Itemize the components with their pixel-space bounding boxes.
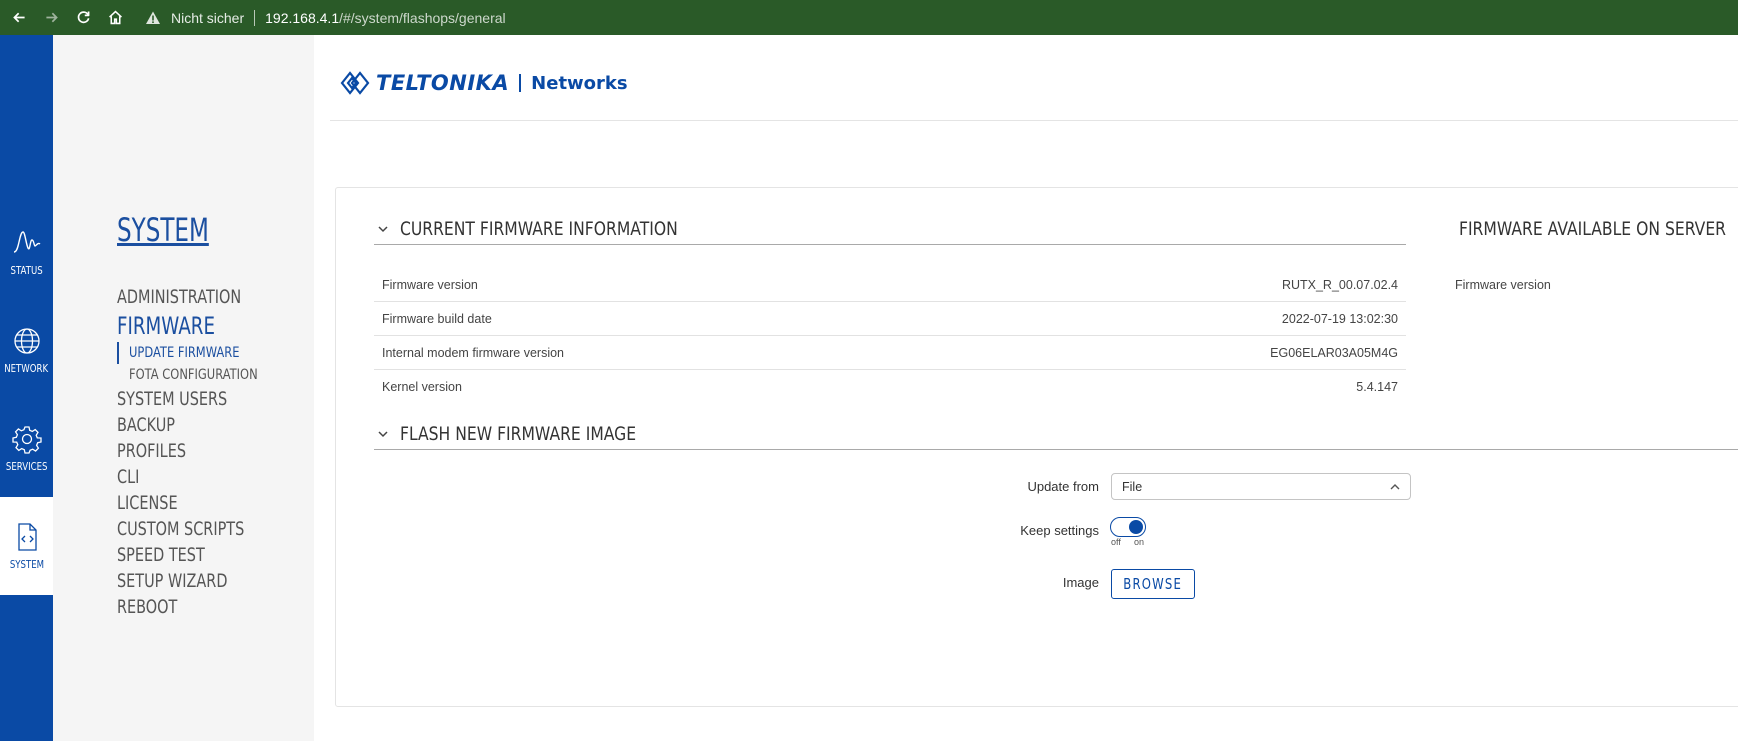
home-icon	[108, 10, 122, 25]
server-firmware-row: Firmware version	[1447, 268, 1559, 302]
page-header: TELTONIKA Networks	[330, 35, 1738, 121]
teltonika-logo-icon	[340, 71, 370, 95]
nav-status-label: STATUS	[10, 263, 43, 277]
section-menu: SYSTEM ADMINISTRATION FIRMWARE UPDATE FI…	[53, 35, 314, 741]
system-icon	[17, 522, 37, 551]
table-row: Firmware version RUTX_R_00.07.02.4	[374, 268, 1406, 302]
row-label: Firmware build date	[382, 311, 492, 326]
url-path: /#/system/flashops/general	[339, 9, 506, 26]
toggle-off-label: off	[1111, 537, 1121, 547]
current-firmware-header[interactable]: CURRENT FIRMWARE INFORMATION	[374, 213, 1406, 245]
menu-item-backup[interactable]: BACKUP	[117, 412, 245, 438]
reload-button[interactable]	[67, 0, 99, 35]
menu-item-setup-wizard[interactable]: SETUP WIZARD	[117, 568, 245, 594]
chevron-up-icon	[1390, 483, 1400, 489]
submenu-item-fota-configuration[interactable]: FOTA CONFIGURATION	[129, 364, 258, 386]
keep-settings-toggle[interactable]	[1110, 517, 1146, 537]
nav-services[interactable]: SERVICES	[0, 399, 53, 497]
network-icon	[13, 327, 40, 354]
security-status: Nicht sicher	[171, 9, 245, 26]
arrow-left-icon	[12, 12, 25, 23]
menu-item-profiles[interactable]: PROFILES	[117, 438, 245, 464]
submenu-update-firmware-wrap: UPDATE FIRMWARE	[117, 342, 286, 364]
menu-item-system-users[interactable]: SYSTEM USERS	[117, 386, 245, 412]
row-value: 5.4.147	[1356, 380, 1398, 394]
logo-divider	[519, 74, 522, 92]
submenu-fota-wrap: FOTA CONFIGURATION	[117, 364, 286, 386]
server-firmware-title: FIRMWARE AVAILABLE ON SERVER	[1459, 218, 1726, 240]
back-button[interactable]	[3, 0, 35, 35]
toggle-on-label: on	[1134, 537, 1145, 547]
brand-name: TELTONIKA	[376, 71, 510, 95]
menu-item-custom-scripts[interactable]: CUSTOM SCRIPTS	[117, 516, 245, 542]
menu-item-reboot[interactable]: REBOOT	[117, 594, 245, 620]
chevron-down-icon	[378, 430, 388, 437]
nav-system-label: SYSTEM	[9, 557, 44, 571]
table-row: Kernel version 5.4.147	[374, 370, 1406, 404]
row-label: Internal modem firmware version	[382, 345, 565, 360]
menu-item-firmware[interactable]: FIRMWARE	[117, 310, 245, 342]
menu-item-speed-test[interactable]: SPEED TEST	[117, 542, 245, 568]
row-label: Kernel version	[382, 380, 462, 394]
address-divider	[254, 9, 256, 26]
nav-network[interactable]: NETWORK	[0, 301, 53, 399]
menu-item-administration[interactable]: ADMINISTRATION	[117, 284, 245, 310]
row-value: RUTX_R_00.07.02.4	[1281, 277, 1398, 292]
arrow-right-icon	[45, 12, 58, 23]
main-nav-sidebar: STATUS NETWORK SERVICES SYSTEM	[0, 35, 53, 741]
nav-network-label: NETWORK	[4, 361, 49, 375]
chevron-down-icon	[378, 225, 388, 232]
menu-list: ADMINISTRATION FIRMWARE UPDATE FIRMWARE …	[117, 284, 286, 620]
current-firmware-table: Firmware version RUTX_R_00.07.02.4 Firmw…	[374, 268, 1406, 404]
browse-button-label: BROWSE	[1123, 575, 1183, 593]
browse-button[interactable]: BROWSE	[1111, 569, 1195, 599]
menu-title[interactable]: SYSTEM	[117, 211, 209, 249]
table-row: Firmware build date 2022-07-19 13:02:30	[374, 302, 1406, 336]
nav-system[interactable]: SYSTEM	[0, 497, 53, 595]
flash-firmware-title: FLASH NEW FIRMWARE IMAGE	[400, 422, 637, 445]
current-firmware-title: CURRENT FIRMWARE INFORMATION	[400, 217, 678, 240]
warning-icon	[146, 11, 160, 24]
home-button[interactable]	[99, 0, 131, 35]
submenu-item-update-firmware[interactable]: UPDATE FIRMWARE	[129, 342, 258, 364]
nav-services-label: SERVICES	[5, 459, 48, 473]
nav-status[interactable]: STATUS	[0, 203, 53, 301]
server-firmware-header[interactable]: FIRMWARE AVAILABLE ON SERVER	[1447, 213, 1738, 245]
row-label: Firmware version	[382, 277, 478, 292]
toggle-knob	[1129, 520, 1143, 534]
menu-item-cli[interactable]: CLI	[117, 464, 245, 490]
row-label: Firmware version	[1455, 278, 1551, 292]
image-label: Image	[1062, 575, 1099, 590]
keep-settings-label: Keep settings	[1020, 523, 1099, 538]
row-value: EG06ELAR03A05M4G	[1270, 345, 1398, 360]
services-icon	[11, 425, 42, 454]
reload-icon	[77, 11, 89, 24]
url-host: 192.168.4.1	[265, 9, 340, 26]
address-bar[interactable]: Nicht sicher 192.168.4.1/#/system/flasho…	[145, 0, 506, 35]
flash-firmware-header[interactable]: FLASH NEW FIRMWARE IMAGE	[374, 418, 1738, 450]
browser-toolbar: Nicht sicher 192.168.4.1/#/system/flasho…	[0, 0, 1738, 35]
table-row: Internal modem firmware version EG06ELAR…	[374, 336, 1406, 370]
forward-button[interactable]	[35, 0, 67, 35]
update-from-label: Update from	[1027, 479, 1099, 494]
row-value: 2022-07-19 13:02:30	[1281, 311, 1398, 326]
menu-item-license[interactable]: LICENSE	[117, 490, 245, 516]
teltonika-logo[interactable]: TELTONIKA Networks	[340, 68, 628, 98]
update-from-value: File	[1122, 479, 1143, 494]
brand-product: Networks	[531, 72, 628, 94]
update-from-select[interactable]: File	[1111, 473, 1411, 500]
status-icon	[13, 230, 40, 253]
